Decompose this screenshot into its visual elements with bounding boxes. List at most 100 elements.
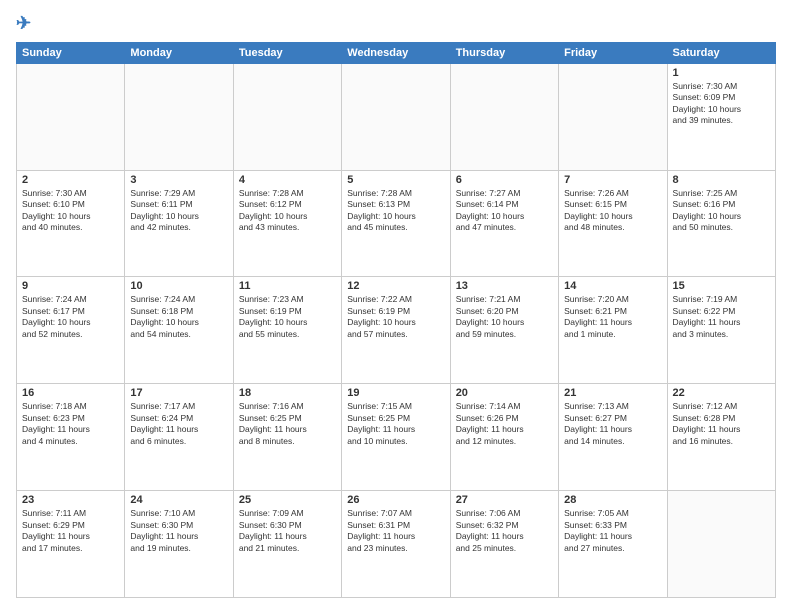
day-info: Sunrise: 7:13 AMSunset: 6:27 PMDaylight:… (564, 401, 661, 447)
calendar-cell: 17Sunrise: 7:17 AMSunset: 6:24 PMDayligh… (125, 384, 233, 491)
calendar-week-5: 23 Sunrise: 7:11 AMSunset: 6:29 PMDayligh… (17, 491, 776, 598)
calendar-cell: 8 Sunrise: 7:25 AMSunset: 6:16 PMDaylight… (667, 170, 775, 277)
calendar-table: SundayMondayTuesdayWednesdayThursdayFrid… (16, 42, 776, 598)
day-info: Sunrise: 7:17 AMSunset: 6:24 PMDaylight:… (130, 401, 227, 447)
calendar-cell: 27 Sunrise: 7:06 AMSunset: 6:32 PMDayligh… (450, 491, 558, 598)
day-number: 18 (239, 387, 336, 399)
weekday-header-wednesday: Wednesday (342, 42, 450, 63)
calendar-cell: 15 Sunrise: 7:19 AMSunset: 6:22 PMDayligh… (667, 277, 775, 384)
day-number: 27 (456, 494, 553, 506)
day-info: Sunrise: 7:14 AMSunset: 6:26 PMDaylight:… (456, 401, 553, 447)
calendar-cell: 21 Sunrise: 7:13 AMSunset: 6:27 PMDayligh… (559, 384, 667, 491)
calendar-cell: 26Sunrise: 7:07 AMSunset: 6:31 PMDayligh… (342, 491, 450, 598)
weekday-header-sunday: Sunday (17, 42, 125, 63)
logo-text: ✈ (16, 14, 31, 34)
day-info: Sunrise: 7:11 AMSunset: 6:29 PMDaylight:… (22, 508, 119, 554)
calendar-header: SundayMondayTuesdayWednesdayThursdayFrid… (17, 42, 776, 63)
day-info: Sunrise: 7:12 AMSunset: 6:28 PMDaylight:… (673, 401, 770, 447)
weekday-header-tuesday: Tuesday (233, 42, 341, 63)
day-number: 8 (673, 174, 770, 186)
day-info: Sunrise: 7:25 AMSunset: 6:16 PMDaylight:… (673, 188, 770, 234)
day-info: Sunrise: 7:18 AMSunset: 6:23 PMDaylight:… (22, 401, 119, 447)
weekday-row: SundayMondayTuesdayWednesdayThursdayFrid… (17, 42, 776, 63)
day-info: Sunrise: 7:30 AMSunset: 6:10 PMDaylight:… (22, 188, 119, 234)
weekday-header-saturday: Saturday (667, 42, 775, 63)
day-number: 13 (456, 280, 553, 292)
calendar-cell: 16 Sunrise: 7:18 AMSunset: 6:23 PMDayligh… (17, 384, 125, 491)
logo: ✈ (16, 14, 31, 34)
calendar-week-4: 16 Sunrise: 7:18 AMSunset: 6:23 PMDayligh… (17, 384, 776, 491)
calendar-cell: 14 Sunrise: 7:20 AMSunset: 6:21 PMDayligh… (559, 277, 667, 384)
weekday-header-friday: Friday (559, 42, 667, 63)
page: ✈ SundayMondayTuesdayWednesdayThursdayFr… (0, 0, 792, 612)
calendar-cell: 5Sunrise: 7:28 AMSunset: 6:13 PMDaylight… (342, 170, 450, 277)
day-number: 4 (239, 174, 336, 186)
day-info: Sunrise: 7:28 AMSunset: 6:13 PMDaylight:… (347, 188, 444, 234)
calendar-cell: 11 Sunrise: 7:23 AMSunset: 6:19 PMDayligh… (233, 277, 341, 384)
calendar-cell: 3 Sunrise: 7:29 AMSunset: 6:11 PMDaylight… (125, 170, 233, 277)
day-number: 19 (347, 387, 444, 399)
day-number: 22 (673, 387, 770, 399)
day-info: Sunrise: 7:16 AMSunset: 6:25 PMDaylight:… (239, 401, 336, 447)
calendar-cell: 1Sunrise: 7:30 AMSunset: 6:09 PMDaylight… (667, 63, 775, 170)
calendar-cell: 7 Sunrise: 7:26 AMSunset: 6:15 PMDaylight… (559, 170, 667, 277)
calendar-cell (342, 63, 450, 170)
calendar-cell: 9 Sunrise: 7:24 AMSunset: 6:17 PMDaylight… (17, 277, 125, 384)
logo-icon: ✈ (16, 13, 31, 33)
day-number: 12 (347, 280, 444, 292)
day-number: 10 (130, 280, 227, 292)
calendar-cell: 13 Sunrise: 7:21 AMSunset: 6:20 PMDayligh… (450, 277, 558, 384)
calendar-cell (559, 63, 667, 170)
day-info: Sunrise: 7:26 AMSunset: 6:15 PMDaylight:… (564, 188, 661, 234)
calendar-cell: 18 Sunrise: 7:16 AMSunset: 6:25 PMDayligh… (233, 384, 341, 491)
day-number: 7 (564, 174, 661, 186)
day-info: Sunrise: 7:05 AMSunset: 6:33 PMDaylight:… (564, 508, 661, 554)
day-number: 23 (22, 494, 119, 506)
calendar-cell: 22 Sunrise: 7:12 AMSunset: 6:28 PMDayligh… (667, 384, 775, 491)
calendar-cell: 23 Sunrise: 7:11 AMSunset: 6:29 PMDayligh… (17, 491, 125, 598)
day-info: Sunrise: 7:06 AMSunset: 6:32 PMDaylight:… (456, 508, 553, 554)
calendar-cell (450, 63, 558, 170)
day-number: 9 (22, 280, 119, 292)
day-info: Sunrise: 7:27 AMSunset: 6:14 PMDaylight:… (456, 188, 553, 234)
calendar-cell (667, 491, 775, 598)
day-number: 11 (239, 280, 336, 292)
calendar-week-2: 2 Sunrise: 7:30 AMSunset: 6:10 PMDaylight… (17, 170, 776, 277)
day-number: 21 (564, 387, 661, 399)
day-number: 15 (673, 280, 770, 292)
calendar-week-1: 1Sunrise: 7:30 AMSunset: 6:09 PMDaylight… (17, 63, 776, 170)
day-info: Sunrise: 7:10 AMSunset: 6:30 PMDaylight:… (130, 508, 227, 554)
calendar-cell: 20 Sunrise: 7:14 AMSunset: 6:26 PMDayligh… (450, 384, 558, 491)
day-number: 20 (456, 387, 553, 399)
day-info: Sunrise: 7:24 AMSunset: 6:17 PMDaylight:… (22, 294, 119, 340)
day-number: 2 (22, 174, 119, 186)
weekday-header-monday: Monday (125, 42, 233, 63)
calendar-body: 1Sunrise: 7:30 AMSunset: 6:09 PMDaylight… (17, 63, 776, 597)
day-info: Sunrise: 7:19 AMSunset: 6:22 PMDaylight:… (673, 294, 770, 340)
day-info: Sunrise: 7:29 AMSunset: 6:11 PMDaylight:… (130, 188, 227, 234)
calendar-cell (17, 63, 125, 170)
day-info: Sunrise: 7:20 AMSunset: 6:21 PMDaylight:… (564, 294, 661, 340)
calendar-cell: 10 Sunrise: 7:24 AMSunset: 6:18 PMDayligh… (125, 277, 233, 384)
day-number: 6 (456, 174, 553, 186)
calendar-cell: 24Sunrise: 7:10 AMSunset: 6:30 PMDayligh… (125, 491, 233, 598)
day-number: 28 (564, 494, 661, 506)
day-info: Sunrise: 7:15 AMSunset: 6:25 PMDaylight:… (347, 401, 444, 447)
day-info: Sunrise: 7:07 AMSunset: 6:31 PMDaylight:… (347, 508, 444, 554)
day-info: Sunrise: 7:09 AMSunset: 6:30 PMDaylight:… (239, 508, 336, 554)
day-number: 14 (564, 280, 661, 292)
calendar-cell (125, 63, 233, 170)
day-info: Sunrise: 7:28 AMSunset: 6:12 PMDaylight:… (239, 188, 336, 234)
calendar-cell (233, 63, 341, 170)
day-number: 16 (22, 387, 119, 399)
day-info: Sunrise: 7:23 AMSunset: 6:19 PMDaylight:… (239, 294, 336, 340)
day-info: Sunrise: 7:24 AMSunset: 6:18 PMDaylight:… (130, 294, 227, 340)
day-info: Sunrise: 7:21 AMSunset: 6:20 PMDaylight:… (456, 294, 553, 340)
day-info: Sunrise: 7:30 AMSunset: 6:09 PMDaylight:… (673, 81, 770, 127)
header: ✈ (16, 14, 776, 34)
calendar-cell: 6 Sunrise: 7:27 AMSunset: 6:14 PMDaylight… (450, 170, 558, 277)
weekday-header-thursday: Thursday (450, 42, 558, 63)
calendar-week-3: 9 Sunrise: 7:24 AMSunset: 6:17 PMDaylight… (17, 277, 776, 384)
day-number: 3 (130, 174, 227, 186)
calendar-cell: 4 Sunrise: 7:28 AMSunset: 6:12 PMDaylight… (233, 170, 341, 277)
